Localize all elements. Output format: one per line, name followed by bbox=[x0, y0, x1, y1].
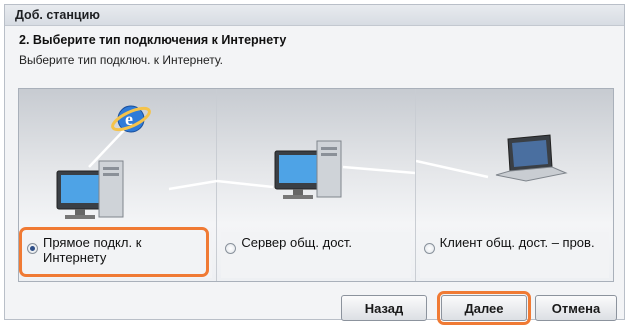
selected-option-highlight bbox=[19, 227, 209, 277]
step-title: 2. Выберите тип подключения к Интернету bbox=[19, 33, 287, 47]
option-server-label-box[interactable]: Сервер общ. дост. bbox=[221, 232, 411, 278]
cancel-button[interactable]: Отмена bbox=[535, 295, 617, 321]
internet-computer-icon: e bbox=[56, 105, 217, 219]
radio-sharing-client[interactable] bbox=[423, 243, 435, 254]
add-station-dialog: Доб. станцию 2. Выберите тип подключения… bbox=[4, 4, 625, 325]
title-bar: Доб. станцию bbox=[5, 5, 624, 26]
back-button[interactable]: Назад bbox=[341, 295, 427, 321]
option-client-label-box[interactable]: Клиент общ. дост. – пров. bbox=[419, 232, 609, 278]
step-subtitle: Выберите тип подключ. к Интернету. bbox=[19, 53, 223, 67]
option-sharing-server[interactable]: Сервер общ. дост. bbox=[217, 89, 416, 281]
option-server-text: Сервер общ. дост. bbox=[241, 235, 353, 250]
option-client-text: Клиент общ. дост. – пров. bbox=[439, 235, 595, 250]
window-title: Доб. станцию bbox=[15, 8, 100, 22]
radio-sharing-server[interactable] bbox=[225, 243, 237, 254]
server-computer-icon bbox=[217, 140, 416, 199]
svg-text:e: e bbox=[125, 109, 133, 129]
laptop-icon bbox=[415, 134, 568, 182]
next-button-highlight bbox=[437, 291, 531, 325]
option-sharing-client[interactable]: Клиент общ. дост. – пров. bbox=[415, 89, 613, 281]
